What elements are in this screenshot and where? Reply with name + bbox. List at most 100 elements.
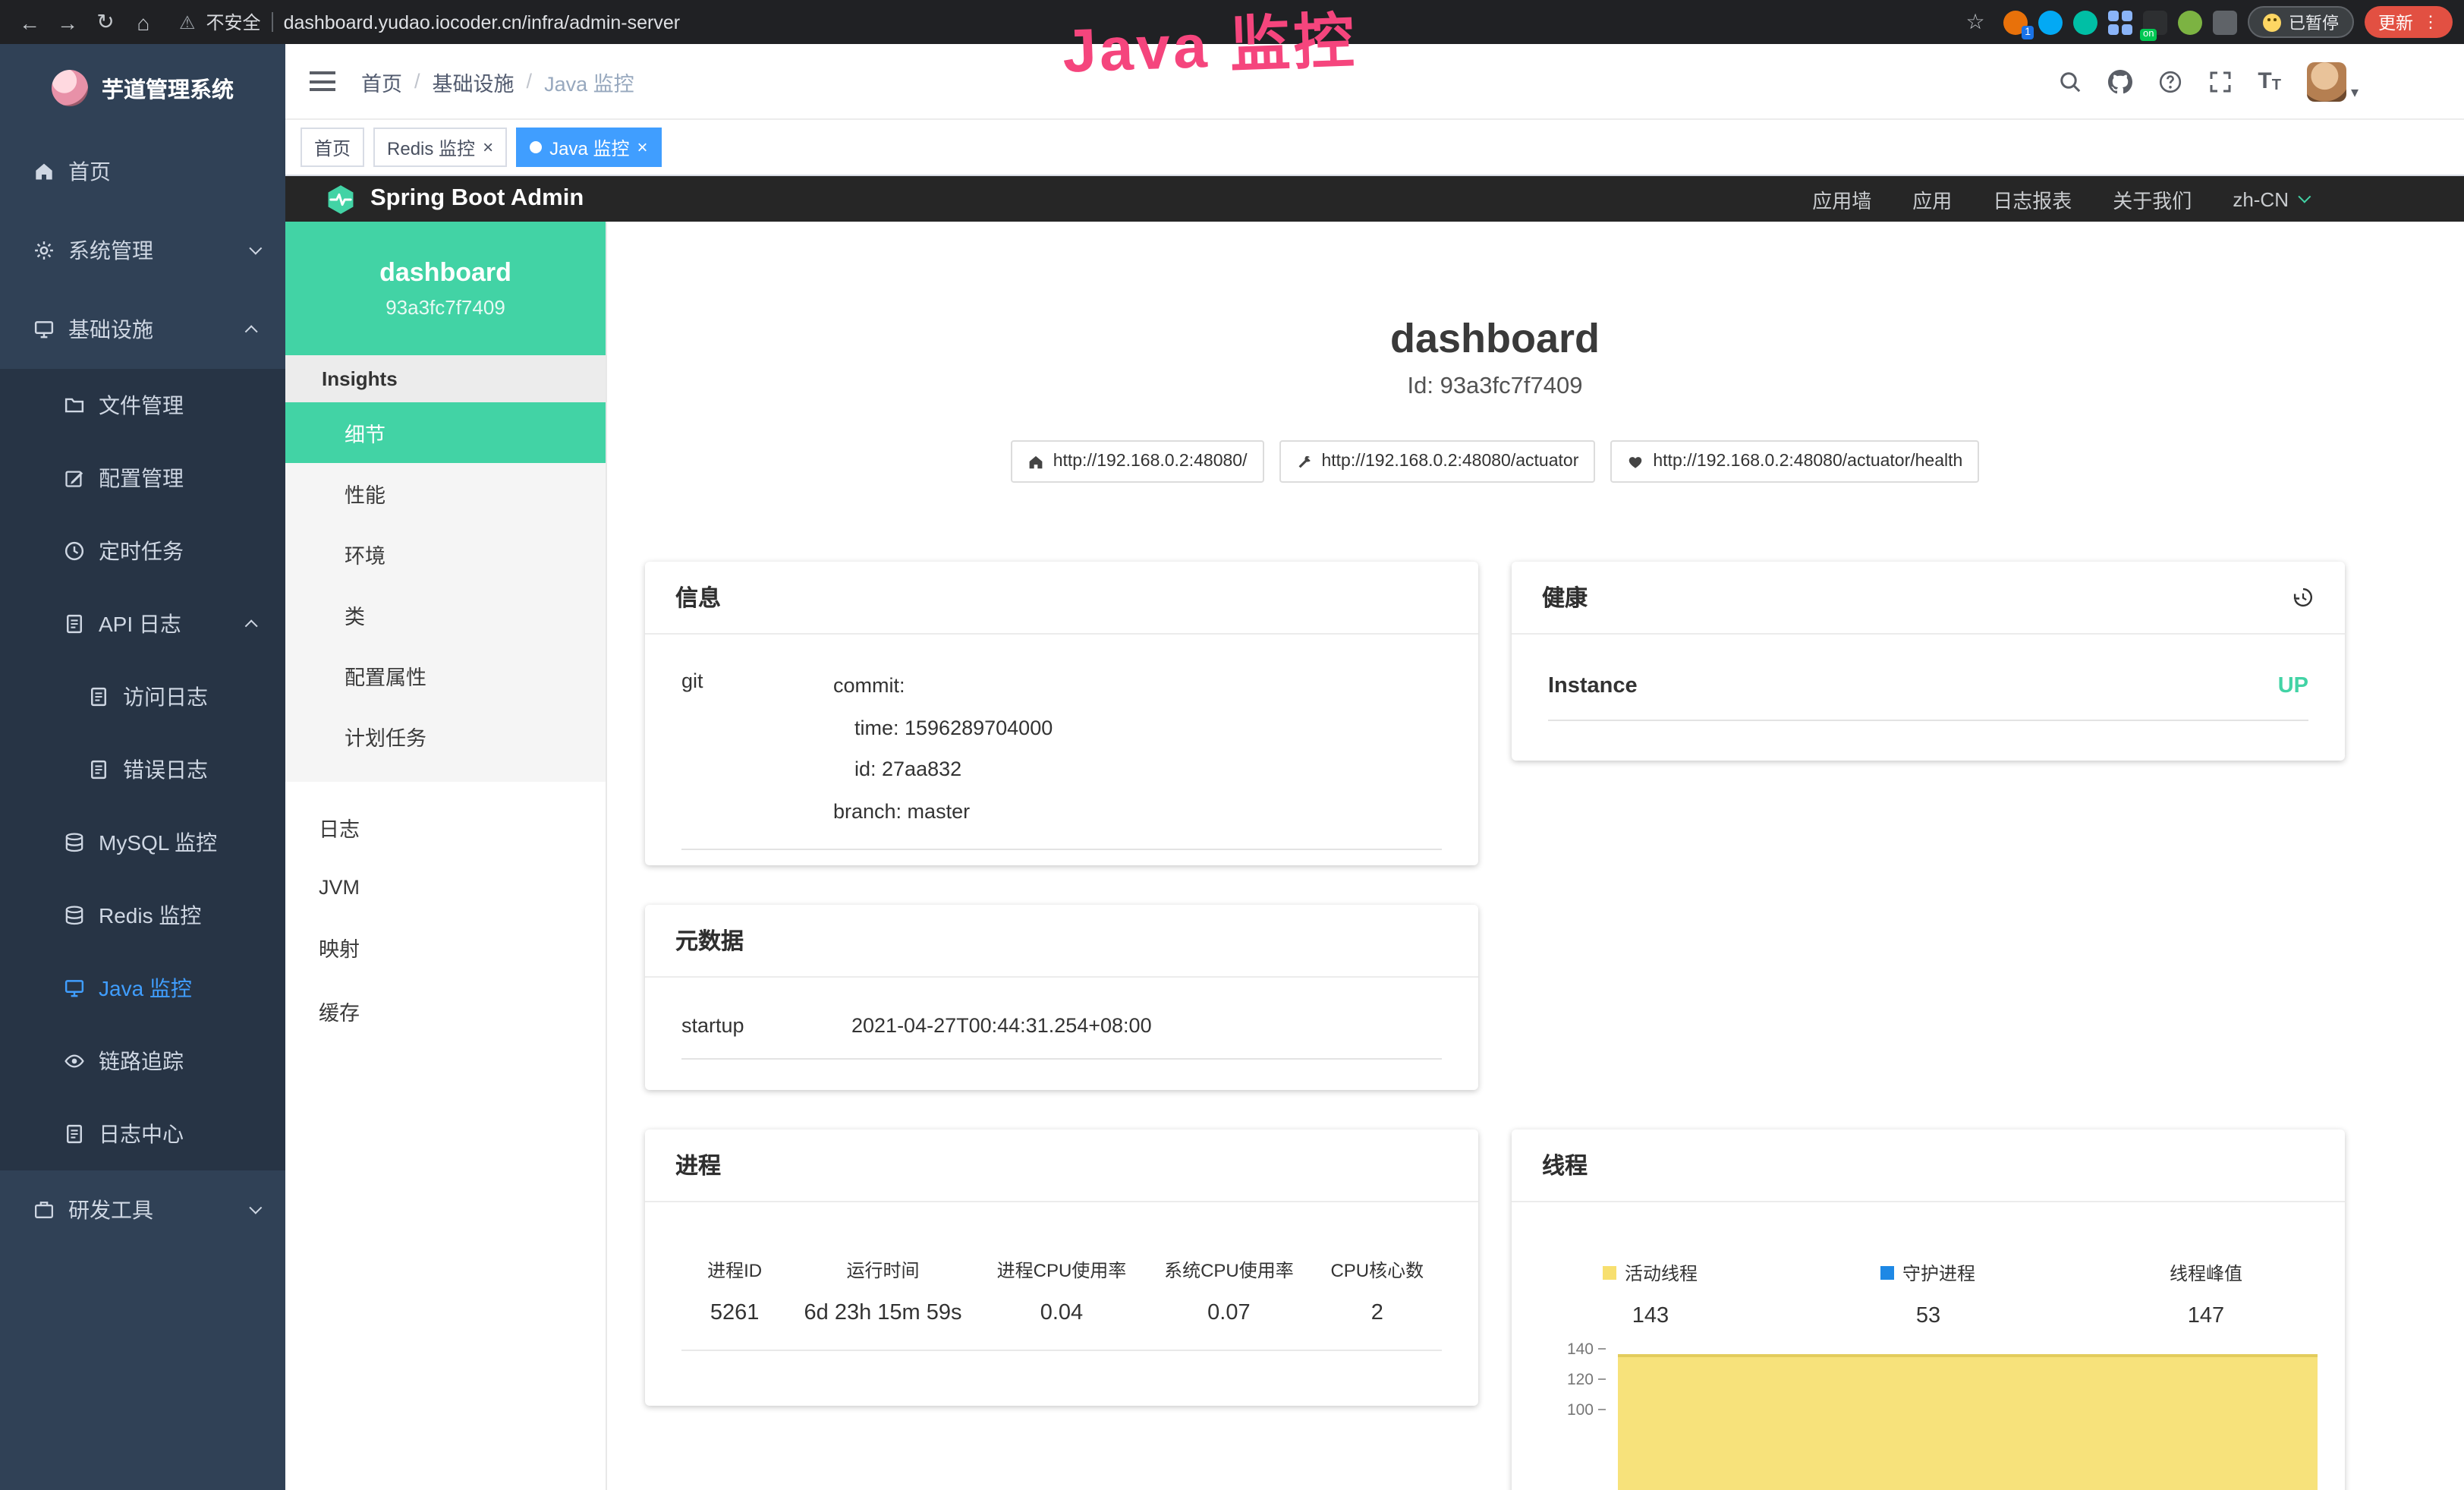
health-instance-row[interactable]: Instance UP (1548, 650, 2308, 721)
info-key: git (681, 665, 833, 833)
tab-home[interactable]: 首页 (301, 128, 364, 167)
metadata-card: 元数据 startup 2021-04-27T00:44:31.254+08:0… (645, 904, 1478, 1089)
logo-avatar (52, 70, 88, 106)
instance-header[interactable]: dashboard 93a3fc7f7409 (285, 222, 606, 355)
locale-select[interactable]: zh-CN (2233, 187, 2307, 210)
sba-menu-env[interactable]: 环境 (285, 524, 606, 584)
extension-icon-6[interactable] (2178, 10, 2202, 34)
extension-icon-5[interactable]: on (2143, 10, 2167, 34)
legend-live-threads: 活动线程 (1512, 1259, 1789, 1285)
sba-menu-metrics[interactable]: 性能 (285, 463, 606, 524)
database-icon (64, 832, 85, 853)
health-card: 健康 Instance UP (1512, 562, 2345, 761)
sidebar-item-access-log[interactable]: 访问日志 (0, 660, 285, 733)
breadcrumb-current: Java 监控 (544, 66, 634, 96)
sidebar-item-dev-tools[interactable]: 研发工具 (0, 1170, 285, 1249)
bookmark-star-icon[interactable]: ☆ (1958, 5, 1993, 39)
forward-icon[interactable]: → (50, 5, 85, 39)
extension-icon-4[interactable] (2108, 10, 2132, 34)
sidebar-item-error-log[interactable]: 错误日志 (0, 733, 285, 806)
tags-view-bar: 首页 Redis 监控 × Java 监控 × (285, 120, 2464, 176)
sba-nav-about[interactable]: 关于我们 (2113, 184, 2192, 213)
sidebar-item-mysql-monitor[interactable]: MySQL 监控 (0, 806, 285, 879)
git-info-row: git commit: time: 1596289704000 id: 27aa… (681, 644, 1442, 849)
sidebar-item-java-monitor[interactable]: Java 监控 (0, 952, 285, 1025)
sidebar-item-scheduled-job[interactable]: 定时任务 (0, 515, 285, 587)
sba-menu-jvm[interactable]: JVM (285, 859, 606, 915)
sba-menu-classes[interactable]: 类 (285, 584, 606, 645)
breadcrumb-home[interactable]: 首页 (361, 66, 402, 96)
link-health-url[interactable]: http://192.168.0.2:48080/actuator/health (1610, 440, 1979, 483)
sba-menu-configprops[interactable]: 配置属性 (285, 645, 606, 706)
legend-label: 守护进程 (1902, 1259, 1975, 1285)
col-header: CPU核心数 (1313, 1256, 1442, 1282)
sidebar-item-config-manage[interactable]: 配置管理 (0, 442, 285, 515)
sba-menu-details[interactable]: 细节 (285, 402, 606, 463)
briefcase-icon (33, 1199, 55, 1221)
extension-icon-1[interactable]: 1 (2003, 10, 2028, 34)
sidebar-item-log-center[interactable]: 日志中心 (0, 1098, 285, 1170)
back-icon[interactable]: ← (12, 5, 47, 39)
paused-badge[interactable]: 已暂停 (2248, 6, 2354, 38)
extension-icon-3[interactable] (2073, 10, 2097, 34)
threads-legend-row: 活动线程 守护进程 线程峰值 (1512, 1259, 2345, 1285)
link-root-url[interactable]: http://192.168.0.2:48080/ (1011, 440, 1264, 483)
sba-menu-scheduled[interactable]: 计划任务 (285, 706, 606, 767)
extension-icon-7[interactable] (2213, 10, 2237, 34)
github-icon[interactable] (2107, 69, 2132, 93)
browser-menu-icon[interactable]: ⋮ (2422, 12, 2439, 32)
sba-nav-applications[interactable]: 应用 (1912, 184, 1952, 213)
address-bar[interactable]: ⚠ 不安全 dashboard.yudao.iocoder.cn/infra/a… (179, 9, 1940, 35)
col-header: 运行时间 (788, 1256, 978, 1282)
reload-icon[interactable]: ↻ (88, 5, 123, 39)
sidebar-item-system[interactable]: 系统管理 (0, 211, 285, 290)
fullscreen-icon[interactable] (2208, 69, 2232, 93)
monitor-icon (64, 978, 85, 999)
user-menu[interactable]: ▾ (2307, 61, 2359, 101)
sba-nav-journal[interactable]: 日志报表 (1993, 184, 2072, 213)
sidebar-item-label: 基础设施 (68, 314, 153, 345)
sidebar-item-home[interactable]: 首页 (0, 132, 285, 211)
threads-chart: 140 120 100 (1536, 1343, 2321, 1490)
sba-nav-wallboard[interactable]: 应用墙 (1812, 184, 1871, 213)
breadcrumb-section[interactable]: 基础设施 (433, 66, 515, 96)
tab-java-monitor[interactable]: Java 监控 × (516, 128, 661, 167)
update-button[interactable]: 更新 ⋮ (2365, 6, 2453, 38)
sba-nav: 应用墙 应用 日志报表 关于我们 zh-CN (1812, 184, 2425, 213)
sidebar-menu: 首页 系统管理 基础设施 文件管理 (0, 132, 285, 1249)
daemon-threads-value: 53 (1789, 1303, 2067, 1328)
sidebar-item-label: 链路追踪 (99, 1046, 184, 1076)
sidebar-item-file-manage[interactable]: 文件管理 (0, 369, 285, 442)
sidebar-toggle-icon[interactable] (310, 71, 335, 91)
help-icon[interactable] (2157, 69, 2182, 93)
smiley-icon (2263, 13, 2281, 31)
infra-submenu: 文件管理 配置管理 定时任务 API 日志 (0, 369, 285, 1170)
tab-redis-monitor[interactable]: Redis 监控 × (373, 128, 507, 167)
browser-home-icon[interactable]: ⌂ (126, 5, 161, 39)
extension-count-badge: 1 (2022, 25, 2034, 39)
font-size-icon[interactable]: TT (2258, 68, 2281, 94)
sba-menu-mappings[interactable]: 映射 (285, 915, 606, 979)
close-icon[interactable]: × (637, 138, 647, 156)
close-icon[interactable]: × (483, 138, 493, 156)
instance-id-line: Id: 93a3fc7f7409 (645, 373, 2345, 401)
app-logo[interactable]: 芋道管理系统 (0, 44, 285, 132)
monitor-icon (33, 319, 55, 340)
sidebar-item-redis-monitor[interactable]: Redis 监控 (0, 879, 285, 952)
sidebar-item-label: 错误日志 (123, 754, 208, 785)
legend-label: 活动线程 (1625, 1259, 1698, 1285)
home-icon (1027, 453, 1044, 470)
sidebar-item-label: 研发工具 (68, 1195, 153, 1225)
sidebar-item-infra[interactable]: 基础设施 (0, 290, 285, 369)
search-icon[interactable] (2057, 69, 2082, 93)
sidebar-item-api-log[interactable]: API 日志 (0, 587, 285, 660)
history-icon[interactable] (2292, 586, 2315, 609)
sidebar-item-trace[interactable]: 链路追踪 (0, 1025, 285, 1098)
sba-menu-caches[interactable]: 缓存 (285, 979, 606, 1043)
chevron-up-icon (245, 325, 258, 338)
link-actuator-url[interactable]: http://192.168.0.2:48080/actuator (1279, 440, 1595, 483)
git-id-line: id: 27aa832 (833, 749, 1053, 791)
extension-icon-2[interactable] (2038, 10, 2063, 34)
update-label: 更新 (2378, 10, 2413, 34)
sba-menu-logfile[interactable]: 日志 (285, 795, 606, 859)
